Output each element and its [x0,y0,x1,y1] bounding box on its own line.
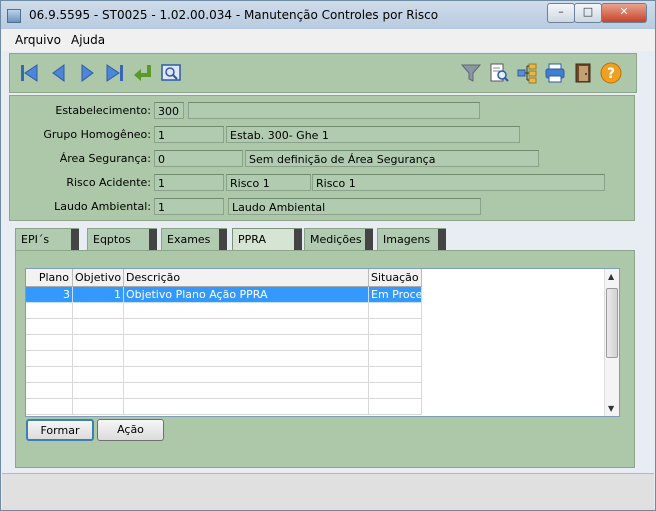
app-icon [7,9,21,23]
tab-ppra[interactable]: PPRA [232,228,302,251]
cell-descricao: Objetivo Plano Ação PPRA [124,287,369,303]
laudo-ambiental-desc-field[interactable]: Laudo Ambiental [228,198,481,215]
first-record-button[interactable] [18,62,40,84]
scroll-up-icon[interactable]: ▲ [608,272,614,281]
cell-objetivo: 1 [73,287,124,303]
grupo-homogeneo-label: Grupo Homogêneo: [43,128,151,141]
estabelecimento-desc-field[interactable] [188,102,480,119]
menu-bar: Arquivo Ajuda [1,29,655,51]
tab-medicoes-label: Medições [310,233,362,246]
column-header-descricao[interactable]: Descrição [124,269,369,286]
tab-ppra-label: PPRA [238,233,266,246]
menu-arquivo[interactable]: Arquivo [15,33,61,47]
menu-ajuda[interactable]: Ajuda [71,33,105,47]
estabelecimento-label: Estabelecimento: [55,104,151,117]
column-header-situacao[interactable]: Situação [369,269,422,286]
filter-icon [460,64,482,82]
risco-acidente-name-field[interactable]: Risco 1 [312,174,605,191]
table-row[interactable] [26,319,422,335]
exit-door-icon [575,63,591,83]
previous-icon [52,64,65,82]
grupo-homogeneo-desc-field[interactable]: Estab. 300- Ghe 1 [226,126,520,143]
tab-epis[interactable]: EPI´s [15,228,79,251]
last-record-button[interactable] [104,62,126,84]
cell-situacao: Em Proce [369,287,422,303]
estabelecimento-code-field[interactable]: 300 [154,102,184,119]
scroll-down-icon[interactable]: ▼ [608,404,614,413]
next-icon [81,64,94,82]
help-icon: ? [600,62,622,84]
risco-acidente-desc-field[interactable]: Risco 1 [226,174,311,191]
help-button[interactable]: ? [600,62,622,84]
status-bar [2,473,654,510]
svg-text:?: ? [607,66,615,82]
area-seguranca-desc-field[interactable]: Sem definição de Área Segurança [245,150,539,167]
application-window: 06.9.5595 - ST0025 - 1.02.00.034 - Manut… [0,0,656,511]
table-row[interactable] [26,383,422,399]
formar-button[interactable]: Formar [26,419,94,441]
grid-header: Plano Objetivo Descrição Situação [26,269,422,287]
tab-epis-label: EPI´s [21,233,50,246]
tab-exames[interactable]: Exames [161,228,227,251]
hierarchy-button[interactable] [516,62,538,84]
zoom-icon [161,64,181,81]
risco-acidente-code-field[interactable]: 1 [154,174,224,191]
table-row[interactable] [26,303,422,319]
close-button[interactable]: ✕ [601,3,647,23]
table-row[interactable]: 3 1 Objetivo Plano Ação PPRA Em Proce [26,287,422,303]
last-icon [106,64,123,82]
exit-button[interactable] [572,62,594,84]
print-icon [545,63,565,83]
tab-eqptos[interactable]: Eqptos [87,228,157,251]
document-search-button[interactable] [488,62,510,84]
area-seguranca-label: Área Segurança: [59,152,151,165]
minimize-button[interactable]: – [547,3,575,23]
cell-plano: 3 [26,287,73,303]
scroll-thumb[interactable] [606,288,618,358]
tab-imagens[interactable]: Imagens [377,228,446,251]
maximize-button[interactable]: □ [574,3,602,23]
filter-button[interactable] [460,62,482,84]
title-bar[interactable]: 06.9.5595 - ST0025 - 1.02.00.034 - Manut… [1,1,655,29]
risco-acidente-label: Risco Acidente: [66,176,151,189]
grupo-homogeneo-code-field[interactable]: 1 [154,126,224,143]
laudo-ambiental-label: Laudo Ambiental: [54,200,151,213]
vertical-scrollbar[interactable]: ▲ ▼ [604,269,619,416]
table-row[interactable] [26,335,422,351]
laudo-ambiental-code-field[interactable]: 1 [154,198,224,215]
window-title: 06.9.5595 - ST0025 - 1.02.00.034 - Manut… [29,8,439,22]
area-seguranca-code-field[interactable]: 0 [154,150,243,167]
previous-record-button[interactable] [48,62,70,84]
table-row[interactable] [26,367,422,383]
tab-imagens-label: Imagens [383,233,431,246]
return-icon [134,65,151,81]
column-header-objetivo[interactable]: Objetivo [73,269,124,286]
ppra-grid[interactable]: Plano Objetivo Descrição Situação 3 1 Ob… [25,268,620,417]
tab-eqptos-label: Eqptos [93,233,131,246]
hierarchy-icon [517,63,537,84]
next-record-button[interactable] [76,62,98,84]
tab-exames-label: Exames [167,233,211,246]
return-button[interactable] [132,62,154,84]
document-search-icon [490,63,509,82]
table-row[interactable] [26,351,422,367]
column-header-plano[interactable]: Plano [26,269,73,286]
first-icon [21,64,38,82]
zoom-button[interactable] [160,62,182,84]
table-row[interactable] [26,399,422,415]
acao-button[interactable]: Ação [97,419,164,441]
tab-medicoes[interactable]: Medições [304,228,373,251]
toolbar: ? [9,53,637,93]
print-button[interactable] [544,62,566,84]
